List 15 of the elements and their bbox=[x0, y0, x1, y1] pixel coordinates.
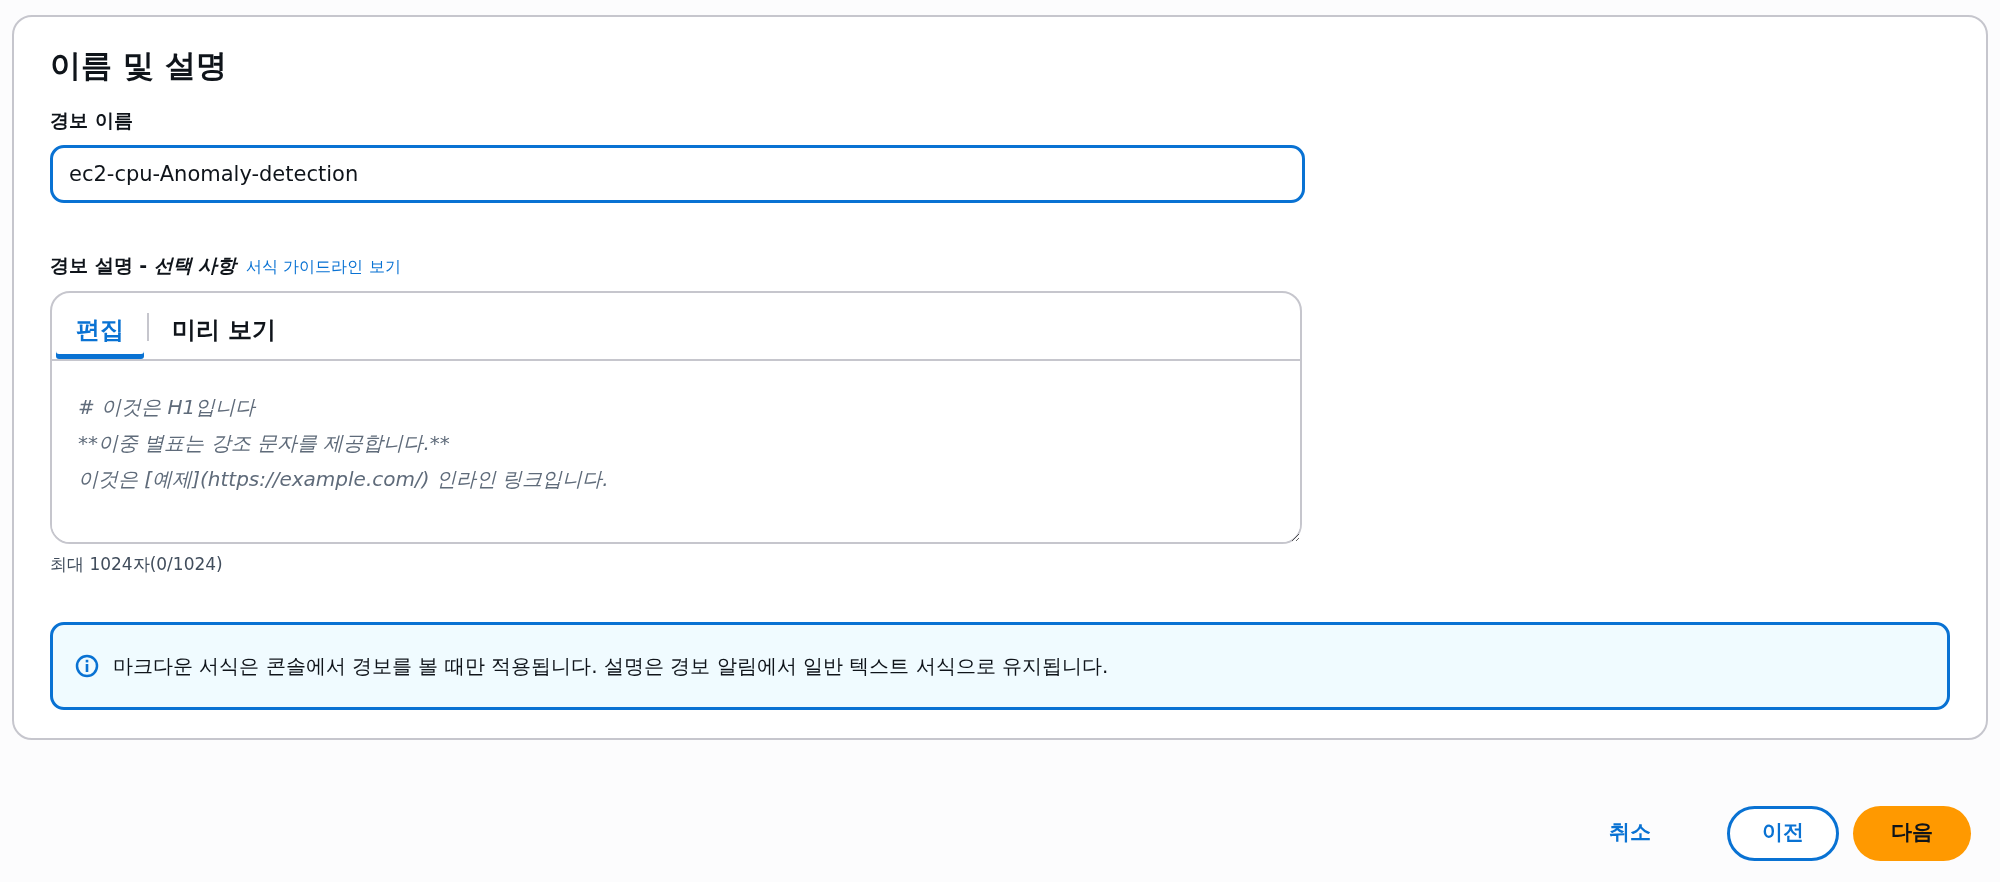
field-label: 경보 설명 - 선택 사항 bbox=[50, 252, 237, 278]
description-field[interactable]: # 이것은 H1입니다 **이중 별표는 강조 문자를 제공합니다.** 이것은 [예제](https://example.com/) 인라인 링크입니다. bbox=[52, 359, 1300, 543]
editor-tab[interactable]: 미리 보기 bbox=[152, 301, 297, 360]
alarm-name-field[interactable]: ec2-cpu-Anomaly-detection bbox=[50, 144, 1305, 203]
cancel-button[interactable]: 취소 bbox=[1577, 805, 1683, 861]
description-editor[interactable]: 편집 미리 보기 # 이것은 H1입니다 **이중 별표는 강조 문자를 제공합니다.** 이것은 [예제](https://example.com/) 인라인 링크입니다. bbox=[50, 291, 1302, 545]
editor-tab[interactable]: 편집 bbox=[56, 301, 144, 360]
info-icon bbox=[75, 653, 99, 678]
info-message: 마크다운 서식은 콘솔에서 경보를 볼 때만 적용됩니다. 설명은 경보 알림에서 일반 텍스트 서식으로 유지됩니다. bbox=[113, 652, 1109, 680]
character-limit-hint: 최대 1024자(0/1024) bbox=[50, 553, 224, 577]
section-title: 이름 및 설명 bbox=[50, 47, 228, 85]
previous-button[interactable]: 이전 bbox=[1727, 805, 1839, 861]
guidelines-link[interactable]: 서식 가이드라인 보기 bbox=[246, 254, 401, 279]
next-button[interactable]: 다음 bbox=[1853, 805, 1971, 861]
field-label: 경보 이름 bbox=[50, 108, 133, 134]
